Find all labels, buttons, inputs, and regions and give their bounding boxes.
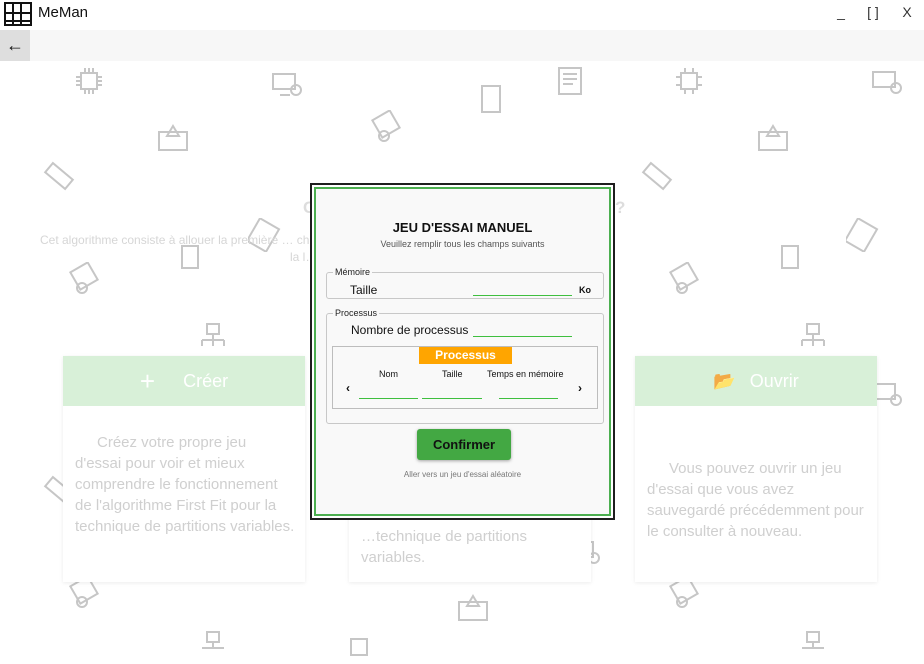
process-group-legend: Processus [335, 308, 378, 318]
cpu-icon [676, 68, 702, 94]
dialog-content: JEU D'ESSAI MANUEL Veuillez remplir tous… [314, 187, 611, 516]
bg-heading-right: ? [615, 198, 626, 217]
process-size-input[interactable] [422, 398, 482, 399]
col-size-header: Taille [442, 369, 463, 379]
close-button[interactable]: X [892, 4, 922, 20]
open-card[interactable]: 📂 Ouvrir Vous pouvez ouvrir un jeu d'ess… [635, 356, 877, 582]
arrow-left-icon: ← [6, 35, 24, 55]
create-card[interactable]: + Créer Créez votre propre jeu d'essai p… [63, 356, 305, 582]
warning-monitor-icon [158, 124, 188, 151]
process-name-input[interactable] [359, 398, 418, 399]
process-count-input[interactable] [473, 322, 572, 336]
dialog-title: JEU D'ESSAI MANUEL [392, 220, 533, 235]
cpu-icon [350, 638, 368, 656]
next-process-button[interactable]: › [578, 381, 582, 395]
open-card-title: Ouvrir [749, 370, 799, 391]
open-card-body: Vous pouvez ouvrir un jeu d'essai que vo… [647, 460, 864, 540]
open-card-header: 📂 Ouvrir [635, 356, 877, 406]
create-card-body: Créez votre propre jeu d'essai pour voir… [75, 434, 295, 535]
app-logo-icon [4, 2, 32, 26]
confirm-button[interactable]: Confirmer [417, 429, 511, 460]
size-unit: Ko [579, 285, 591, 295]
cpu-icon [76, 68, 102, 94]
col-time-header: Temps en mémoire [487, 369, 564, 379]
computer-settings-icon [872, 71, 902, 94]
network-diagram-icon [201, 323, 225, 346]
warning-monitor-icon [758, 124, 788, 151]
process-time-input[interactable] [499, 398, 558, 399]
memory-gear-icon [68, 262, 100, 294]
process-count-label: Nombre de processus [351, 323, 469, 337]
prev-process-button[interactable]: ‹ [346, 381, 350, 395]
memory-card-icon [481, 85, 501, 113]
create-card-title: Créer [183, 370, 229, 391]
process-panel: Processus Nom Taille Temps en mémoire ‹ … [332, 346, 598, 409]
minimize-button[interactable]: _ [826, 4, 856, 20]
memory-group-legend: Mémoire [335, 267, 371, 277]
memory-gear-icon [668, 262, 700, 294]
process-tag: Processus [419, 347, 512, 364]
nav-bar [0, 30, 924, 61]
plus-icon: + [139, 365, 156, 396]
dialog-subtitle: Veuillez remplir tous les champs suivant… [380, 239, 545, 249]
process-count-underline [473, 336, 572, 337]
random-test-link[interactable]: Aller vers un jeu d'essai aléatoire [316, 470, 609, 479]
manual-test-dialog: JEU D'ESSAI MANUEL Veuillez remplir tous… [310, 183, 615, 520]
network-diagram-icon [802, 631, 824, 649]
size-input[interactable] [473, 281, 572, 295]
back-button[interactable]: ← [0, 30, 30, 61]
app-title: MeMan [38, 4, 89, 21]
network-diagram-icon [202, 631, 224, 649]
maximize-button[interactable]: [ ] [858, 4, 888, 20]
create-card-header: + Créer [63, 356, 305, 406]
col-name-header: Nom [379, 369, 399, 379]
size-label: Taille [350, 283, 378, 297]
memory-gear-icon [370, 110, 402, 142]
network-diagram-icon [801, 323, 825, 346]
warning-monitor-icon [458, 594, 488, 621]
computer-settings-icon [272, 73, 302, 96]
ram-stick-icon [641, 161, 673, 191]
ram-stick-icon [43, 161, 75, 191]
size-input-underline [473, 295, 572, 296]
document-chart-icon [558, 67, 582, 95]
folder-open-icon: 📂 [713, 370, 736, 391]
title-bar: MeMan _ [ ] X [0, 0, 924, 30]
